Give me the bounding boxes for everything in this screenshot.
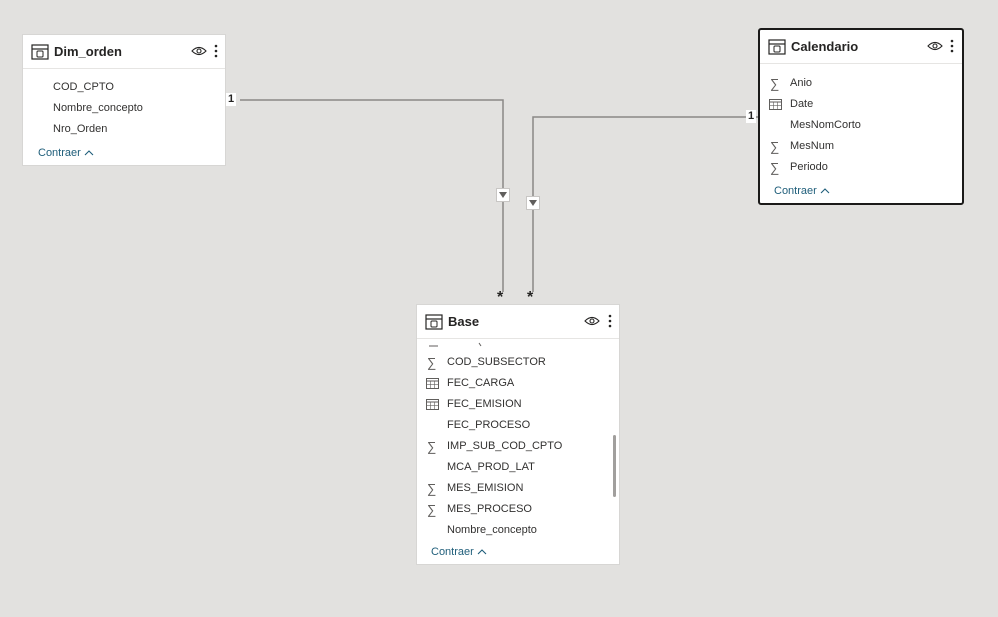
table-title: Dim_orden bbox=[54, 44, 122, 59]
field-item[interactable]: ∑ MES_PROCESO bbox=[417, 499, 619, 520]
chevron-up-icon bbox=[84, 150, 94, 156]
sigma-icon: ∑ bbox=[427, 355, 437, 370]
visibility-eye-icon[interactable] bbox=[191, 45, 207, 57]
field-item[interactable]: ∑ IMP_SUB_COD_CPTO bbox=[417, 436, 619, 457]
relationship-line-dim-orden-base[interactable] bbox=[240, 99, 504, 292]
more-options-icon[interactable] bbox=[949, 38, 955, 54]
table-card-header[interactable]: Dim_orden bbox=[23, 35, 225, 69]
field-item[interactable]: ∑ Periodo bbox=[760, 157, 962, 178]
table-card-base[interactable]: Base ∑ COD_SUBSECTOR FEC_CARGA FEC_EMISI… bbox=[416, 304, 620, 565]
table-title: Base bbox=[448, 314, 480, 329]
field-item[interactable]: FEC_EMISION bbox=[417, 394, 619, 415]
field-item[interactable]: Nombre_concepto bbox=[417, 520, 619, 541]
filter-direction-arrow-1[interactable] bbox=[496, 188, 510, 202]
table-card-calendario[interactable]: Calendario ∑ Anio Date MesNomCorto ∑ Mes… bbox=[758, 28, 964, 205]
field-item[interactable]: Nombre_concepto bbox=[23, 98, 225, 119]
visibility-eye-icon[interactable] bbox=[927, 40, 943, 52]
sigma-icon: ∑ bbox=[427, 502, 437, 517]
visibility-eye-icon[interactable] bbox=[584, 315, 600, 327]
field-list-scrollbar[interactable] bbox=[613, 435, 616, 497]
field-item[interactable]: FEC_CARGA bbox=[417, 373, 619, 394]
field-item[interactable]: ∑ COD_SUBSECTOR bbox=[417, 352, 619, 373]
more-options-icon[interactable] bbox=[607, 313, 613, 329]
field-item[interactable]: COD_CPTO bbox=[23, 77, 225, 98]
field-item[interactable]: FEC_PROCESO bbox=[417, 415, 619, 436]
table-card-header[interactable]: Calendario bbox=[760, 30, 962, 64]
field-item[interactable]: Nro_Orden bbox=[23, 119, 225, 140]
relationship-line-calendario-base[interactable] bbox=[532, 116, 760, 292]
sigma-icon: ∑ bbox=[427, 439, 437, 454]
calendar-icon bbox=[426, 399, 439, 410]
table-icon bbox=[768, 39, 786, 55]
field-item[interactable]: ∑ Anio bbox=[760, 73, 962, 94]
table-card-header[interactable]: Base bbox=[417, 305, 619, 339]
relationship-one-marker-calendario: 1 bbox=[746, 110, 757, 123]
chevron-up-icon bbox=[477, 549, 487, 555]
scrolled-row-fragment bbox=[429, 342, 482, 347]
sigma-icon: ∑ bbox=[427, 481, 437, 496]
sigma-icon: ∑ bbox=[770, 160, 780, 175]
field-item[interactable]: MesNomCorto bbox=[760, 115, 962, 136]
chevron-up-icon bbox=[820, 188, 830, 194]
field-item[interactable]: ∑ MesNum bbox=[760, 136, 962, 157]
table-icon bbox=[31, 44, 49, 60]
collapse-link[interactable]: Contraer bbox=[774, 185, 830, 197]
calendar-icon bbox=[426, 378, 439, 389]
calendar-icon bbox=[769, 99, 782, 110]
field-item[interactable]: ∑ MES_EMISION bbox=[417, 478, 619, 499]
field-item[interactable]: MCA_PROD_LAT bbox=[417, 457, 619, 478]
collapse-link[interactable]: Contraer bbox=[38, 147, 94, 159]
triangle-down-icon bbox=[499, 192, 507, 198]
collapse-link[interactable]: Contraer bbox=[431, 546, 487, 558]
table-icon bbox=[425, 314, 443, 330]
sigma-icon: ∑ bbox=[770, 76, 780, 91]
relationship-one-marker-dim-orden: 1 bbox=[226, 93, 237, 106]
table-title: Calendario bbox=[791, 39, 859, 54]
filter-direction-arrow-2[interactable] bbox=[526, 196, 540, 210]
more-options-icon[interactable] bbox=[213, 43, 219, 59]
table-card-dim-orden[interactable]: Dim_orden COD_CPTO Nombre_concepto Nro_O… bbox=[22, 34, 226, 166]
field-item[interactable]: Date bbox=[760, 94, 962, 115]
sigma-icon: ∑ bbox=[770, 139, 780, 154]
triangle-down-icon bbox=[529, 200, 537, 206]
